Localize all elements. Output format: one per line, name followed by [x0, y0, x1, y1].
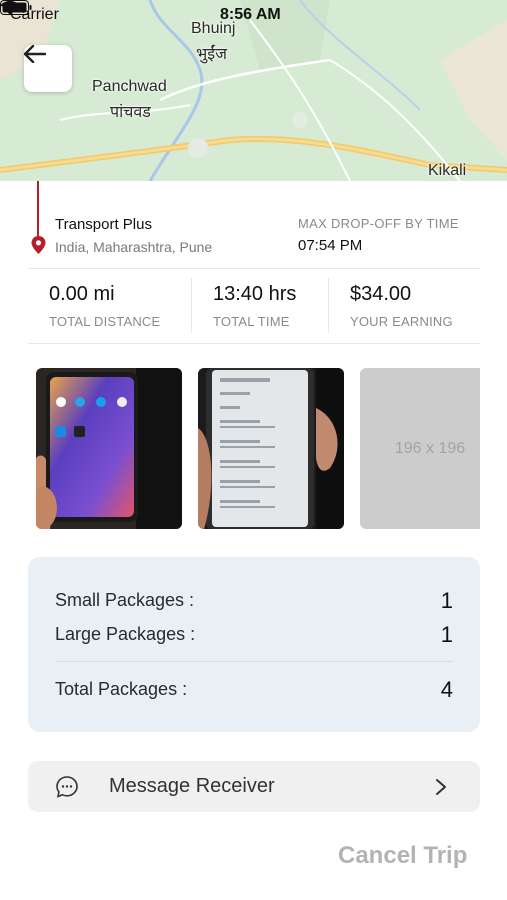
small-packages-row: Small Packages : 1	[55, 588, 453, 613]
map-label-kikali: Kikali	[428, 162, 467, 179]
large-packages-label: Large Packages :	[55, 624, 196, 644]
stat-total-distance: 0.00 mi TOTAL DISTANCE	[49, 283, 160, 329]
stat-label: YOUR EARNING	[350, 314, 453, 329]
photo-phone-settings	[198, 368, 344, 529]
stat-your-earning: $34.00 YOUR EARNING	[350, 283, 453, 329]
divider	[55, 661, 453, 662]
stat-total-time: 13:40 hrs TOTAL TIME	[213, 283, 296, 329]
large-packages-row: Large Packages : 1	[55, 622, 453, 647]
status-bar: Carrier 8:56 AM	[0, 0, 507, 30]
arrow-left-icon	[24, 45, 46, 63]
stat-value: 13:40 hrs	[213, 283, 297, 305]
location-pin-icon	[31, 236, 46, 254]
pickup-address: India, Maharashtra, Pune	[55, 239, 213, 255]
large-packages-count: 1	[440, 622, 453, 647]
divider	[28, 343, 480, 344]
drop-off-label: MAX DROP-OFF BY TIME	[298, 216, 459, 231]
map-label-panchwad-marathi: पांचवड	[110, 104, 151, 121]
packages-card: Small Packages : 1 Large Packages : 1 To…	[28, 557, 480, 732]
divider	[191, 278, 192, 333]
divider	[328, 278, 329, 333]
small-packages-label: Small Packages :	[55, 590, 195, 610]
package-photo[interactable]	[198, 368, 344, 529]
drop-off-time: 07:54 PM	[298, 237, 363, 254]
chevron-right-icon	[436, 779, 446, 795]
stat-label: TOTAL TIME	[213, 314, 290, 329]
map-label-bhuinj-marathi: भुईंज	[196, 46, 227, 63]
cancel-trip-button[interactable]: Cancel Trip	[338, 842, 467, 870]
map-label-panchwad: Panchwad	[92, 78, 167, 95]
back-button[interactable]	[24, 45, 72, 92]
divider	[28, 268, 480, 269]
total-packages-count: 4	[440, 677, 453, 702]
stat-value: $34.00	[350, 283, 412, 305]
battery-icon	[0, 0, 32, 15]
pickup-name: Transport Plus	[55, 216, 152, 233]
message-receiver-label: Message Receiver	[109, 775, 275, 797]
stat-value: 0.00 mi	[49, 283, 115, 305]
message-receiver-button[interactable]: Message Receiver	[28, 761, 480, 812]
photo-phone-homescreen	[36, 368, 182, 529]
map-label-bhuinj: Bhuinj	[191, 20, 236, 37]
total-packages-row: Total Packages : 4	[55, 677, 453, 702]
package-photo[interactable]	[36, 368, 182, 529]
photo-placeholder[interactable]: 196 x 196	[360, 368, 480, 529]
small-packages-count: 1	[440, 588, 453, 613]
route-line	[37, 181, 39, 238]
stat-label: TOTAL DISTANCE	[49, 314, 161, 329]
total-packages-label: Total Packages :	[55, 679, 188, 699]
placeholder-text: 196 x 196	[394, 439, 466, 457]
map-view[interactable]: Carrier 8:56 AM Bhuinj भुईंज Panchwad पा…	[0, 0, 507, 181]
chat-bubble-icon	[56, 776, 78, 798]
